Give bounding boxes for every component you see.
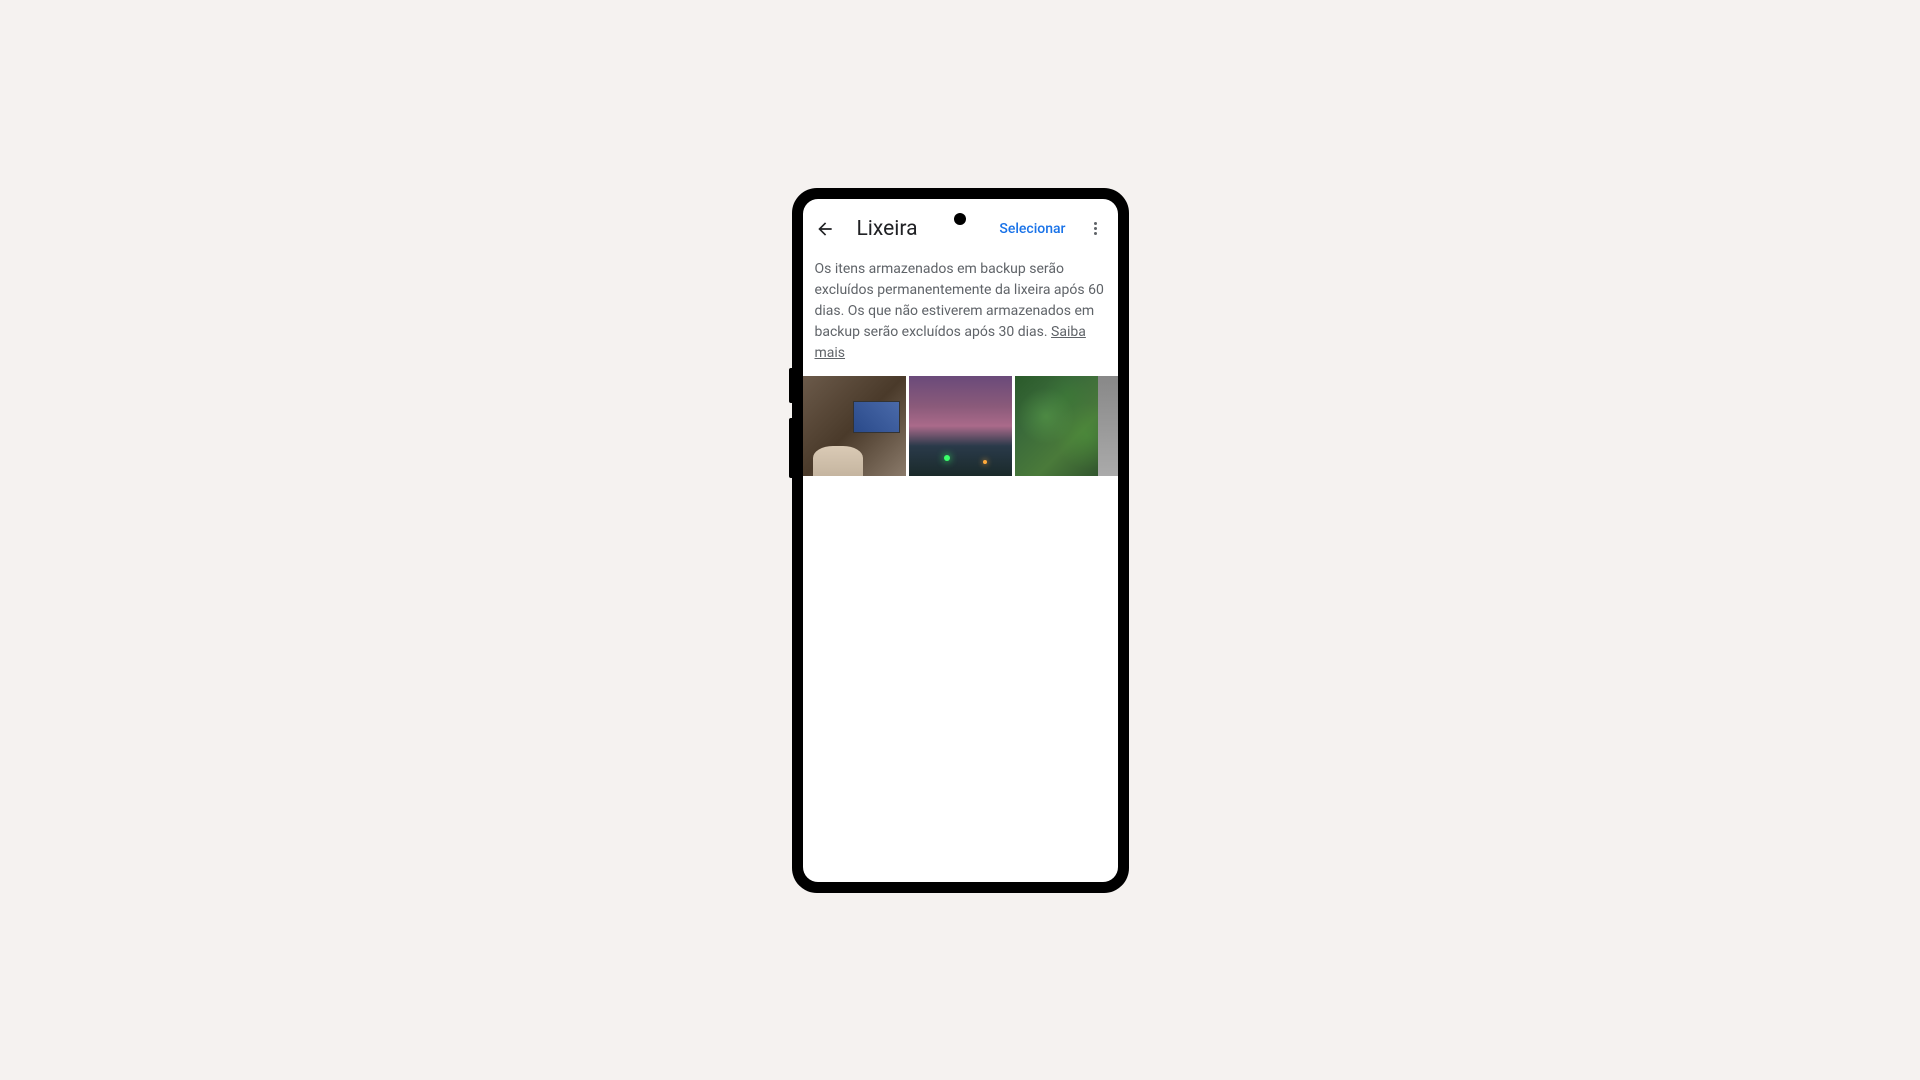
volume-down-button bbox=[789, 418, 792, 478]
photo-thumbnail-2[interactable] bbox=[909, 376, 1012, 476]
phone-screen: Lixeira Selecionar Os itens armazenados … bbox=[803, 199, 1118, 882]
trash-info-text: Os itens armazenados em backup serão exc… bbox=[803, 251, 1118, 376]
more-vert-icon bbox=[1094, 222, 1097, 235]
page-title: Lixeira bbox=[857, 217, 918, 241]
photo-thumbnail-1[interactable] bbox=[803, 376, 906, 476]
photo-thumbnail-3[interactable] bbox=[1015, 376, 1118, 476]
front-camera-cutout bbox=[954, 213, 966, 225]
phone-device-frame: Lixeira Selecionar Os itens armazenados … bbox=[792, 188, 1129, 893]
arrow-left-icon bbox=[815, 219, 835, 239]
volume-up-button bbox=[789, 368, 792, 403]
photo-grid bbox=[803, 376, 1118, 476]
back-button[interactable] bbox=[813, 217, 837, 241]
select-button[interactable]: Selecionar bbox=[999, 221, 1065, 237]
app-bar: Lixeira Selecionar bbox=[803, 199, 1118, 251]
more-options-button[interactable] bbox=[1084, 217, 1108, 241]
